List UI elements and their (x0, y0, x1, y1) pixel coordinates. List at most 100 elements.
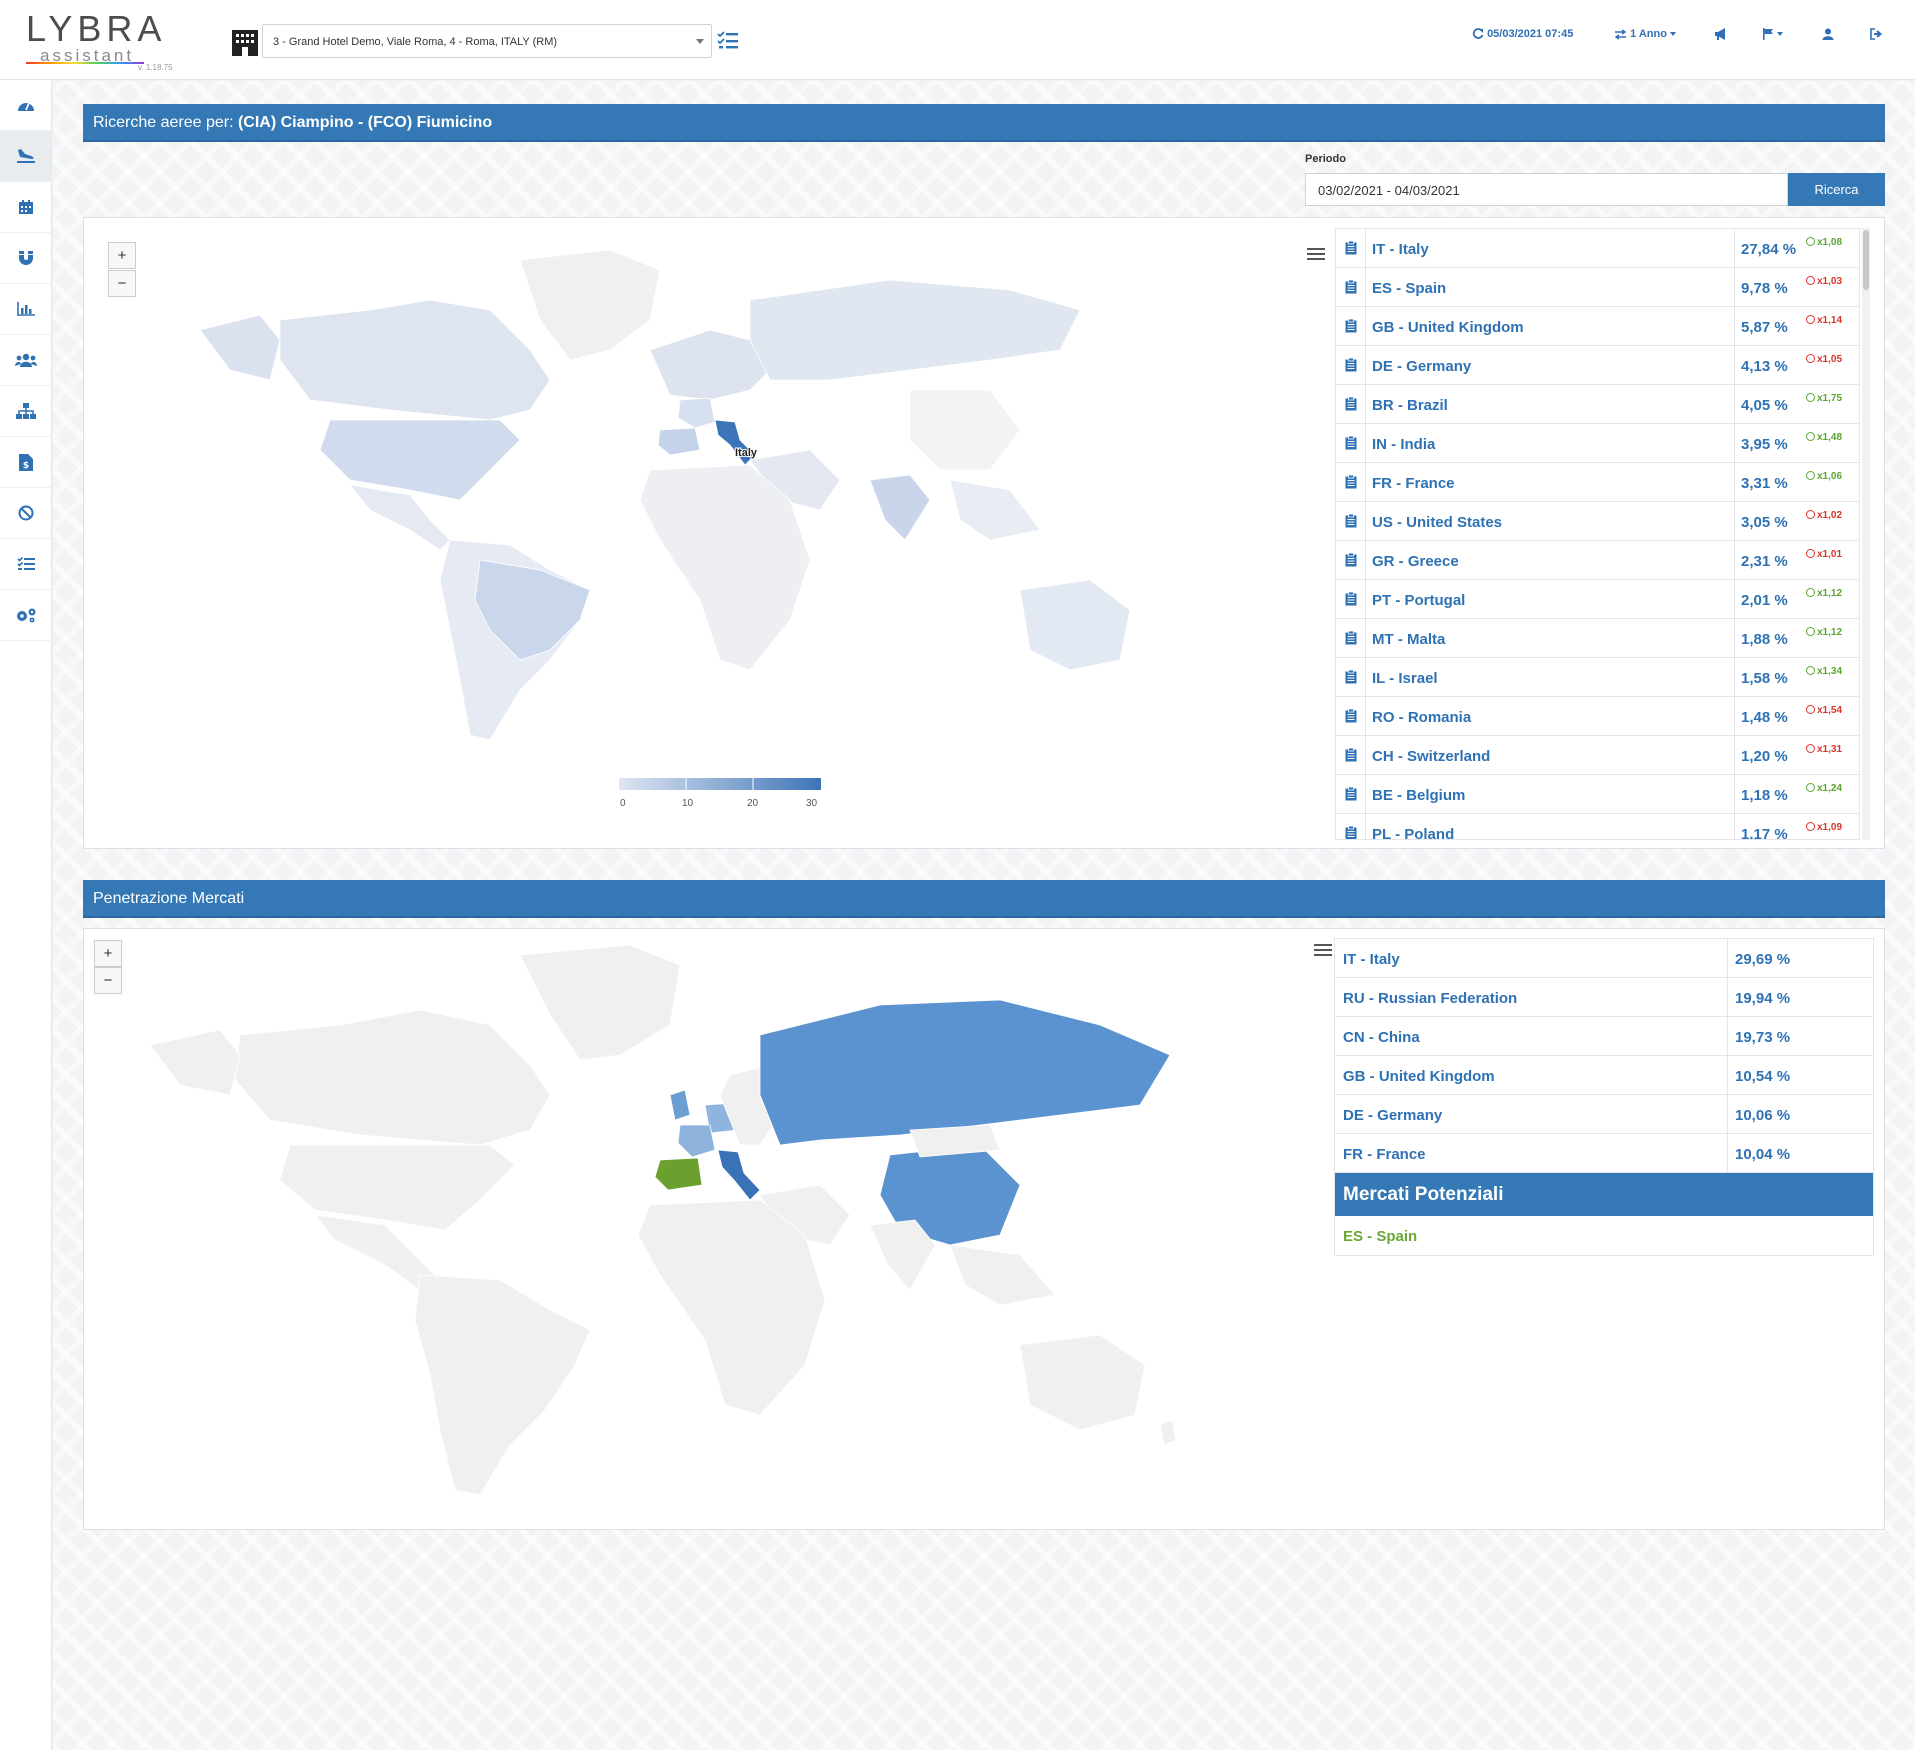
clipboard-icon[interactable] (1336, 541, 1366, 579)
country-row[interactable]: ES - Spain 9,78 % x1,03 (1336, 268, 1859, 307)
hotel-select[interactable]: 3 - Grand Hotel Demo, Viale Roma, 4 - Ro… (262, 24, 712, 58)
list-check-icon[interactable] (717, 31, 739, 51)
clipboard-icon[interactable] (1336, 307, 1366, 345)
country-row[interactable]: IN - India 3,95 % x1,48 (1336, 424, 1859, 463)
market-row[interactable]: CN - China 19,73 % (1335, 1017, 1873, 1056)
country-name[interactable]: US - United States (1372, 514, 1502, 531)
sidebar-item-settings[interactable] (0, 590, 52, 641)
country-name[interactable]: BE - Belgium (1372, 787, 1465, 804)
country-name[interactable]: PT - Portugal (1372, 592, 1465, 609)
country-name[interactable]: GB - United Kingdom (1372, 319, 1524, 336)
country-name[interactable]: IL - Israel (1372, 670, 1438, 687)
country-name[interactable]: PL - Poland (1372, 826, 1454, 839)
refresh-datetime[interactable]: 05/03/2021 07:45 (1472, 28, 1573, 40)
clipboard-icon[interactable] (1336, 463, 1366, 501)
country-row[interactable]: IT - Italy 27,84 % x1,08 (1336, 229, 1859, 268)
logout-button[interactable] (1870, 28, 1883, 40)
map2-zoom-in-button[interactable]: + (94, 940, 122, 967)
trend-up-circle-icon (1806, 588, 1815, 597)
country-row[interactable]: BR - Brazil 4,05 % x1,75 (1336, 385, 1859, 424)
lybra-logo[interactable]: LYBRA assistant v. 1.18.75 (26, 8, 186, 74)
country-row[interactable]: RO - Romania 1,48 % x1,54 (1336, 697, 1859, 736)
scrollbar-thumb[interactable] (1863, 230, 1869, 290)
clipboard-icon[interactable] (1336, 268, 1366, 306)
country-row[interactable]: IL - Israel 1,58 % x1,34 (1336, 658, 1859, 697)
country-name[interactable]: GR - Greece (1372, 553, 1459, 570)
market-name[interactable]: FR - France (1343, 1146, 1426, 1163)
market-name[interactable]: GB - United Kingdom (1343, 1068, 1495, 1085)
country-trend-value: x1,05 (1817, 354, 1843, 365)
country-name[interactable]: DE - Germany (1372, 358, 1471, 375)
user-button[interactable] (1822, 28, 1834, 41)
potential-market-name[interactable]: ES - Spain (1343, 1228, 1417, 1245)
country-row[interactable]: CH - Switzerland 1,20 % x1,31 (1336, 736, 1859, 775)
country-row[interactable]: GR - Greece 2,31 % x1,01 (1336, 541, 1859, 580)
sidebar-item-calendar[interactable] (0, 182, 52, 233)
sidebar-item-reports[interactable] (0, 284, 52, 335)
market-row[interactable]: RU - Russian Federation 19,94 % (1335, 978, 1873, 1017)
country-name[interactable]: RO - Romania (1372, 709, 1471, 726)
country-name[interactable]: IN - India (1372, 436, 1435, 453)
country-row[interactable]: GB - United Kingdom 5,87 % x1,14 (1336, 307, 1859, 346)
country-name[interactable]: MT - Malta (1372, 631, 1445, 648)
market-row[interactable]: GB - United Kingdom 10,54 % (1335, 1056, 1873, 1095)
market-row[interactable]: FR - France 10,04 % (1335, 1134, 1873, 1173)
sidebar-item-tasks[interactable] (0, 539, 52, 590)
country-trend-badge: x1,12 (1806, 588, 1842, 599)
clipboard-icon[interactable] (1336, 658, 1366, 696)
flag-menu[interactable] (1762, 28, 1784, 41)
hamburger-menu-icon[interactable] (1314, 944, 1332, 958)
market-name[interactable]: RU - Russian Federation (1343, 990, 1517, 1007)
period-input[interactable]: 03/02/2021 - 04/03/2021 (1305, 173, 1788, 206)
clipboard-icon[interactable] (1336, 385, 1366, 423)
clipboard-icon[interactable] (1336, 502, 1366, 540)
country-row[interactable]: DE - Germany 4,13 % x1,05 (1336, 346, 1859, 385)
country-row[interactable]: MT - Malta 1,88 % x1,12 (1336, 619, 1859, 658)
country-row[interactable]: BE - Belgium 1,18 % x1,24 (1336, 775, 1859, 814)
market-name[interactable]: DE - Germany (1343, 1107, 1442, 1124)
country-name[interactable]: FR - France (1372, 475, 1455, 492)
country-row[interactable]: US - United States 3,05 % x1,02 (1336, 502, 1859, 541)
clipboard-icon[interactable] (1336, 697, 1366, 735)
period-menu[interactable]: 1 Anno (1614, 28, 1676, 40)
country-name[interactable]: ES - Spain (1372, 280, 1446, 297)
market-name[interactable]: IT - Italy (1343, 951, 1400, 968)
country-name[interactable]: BR - Brazil (1372, 397, 1448, 414)
map-country-india (869, 474, 931, 541)
sidebar-item-invoices[interactable]: $ (0, 437, 52, 488)
country-row[interactable]: PT - Portugal 2,01 % x1,12 (1336, 580, 1859, 619)
map2-country-alaska (149, 1029, 241, 1096)
world-map-searches[interactable]: Italy (190, 240, 1270, 760)
clipboard-icon[interactable] (1336, 229, 1366, 267)
sidebar-item-blocked[interactable] (0, 488, 52, 539)
market-row[interactable]: IT - Italy 29,69 % (1335, 939, 1873, 978)
clipboard-icon[interactable] (1336, 580, 1366, 618)
country-searches-table[interactable]: IT - Italy 27,84 % x1,08 ES - Spain 9,78 % x1… (1335, 228, 1860, 840)
sidebar-item-structure[interactable] (0, 386, 52, 437)
table-scrollbar[interactable] (1862, 228, 1870, 840)
clipboard-icon[interactable] (1336, 619, 1366, 657)
map-zoom-in-button[interactable]: + (108, 242, 136, 269)
search-button[interactable]: Ricerca (1788, 173, 1885, 206)
clipboard-icon[interactable] (1336, 346, 1366, 384)
sidebar-item-dashboard[interactable] (0, 80, 52, 131)
sidebar-item-magnet[interactable] (0, 233, 52, 284)
country-row[interactable]: FR - France 3,31 % x1,06 (1336, 463, 1859, 502)
market-name[interactable]: CN - China (1343, 1029, 1420, 1046)
clipboard-icon[interactable] (1336, 775, 1366, 813)
country-name[interactable]: IT - Italy (1372, 241, 1429, 258)
hamburger-menu-icon[interactable] (1307, 248, 1325, 262)
market-row[interactable]: DE - Germany 10,06 % (1335, 1095, 1873, 1134)
country-row[interactable]: PL - Poland 1,17 % x1,09 (1336, 814, 1859, 839)
country-name[interactable]: CH - Switzerland (1372, 748, 1490, 765)
clipboard-icon[interactable] (1336, 736, 1366, 774)
potential-market-row[interactable]: ES - Spain (1335, 1216, 1873, 1255)
clipboard-icon[interactable] (1336, 424, 1366, 462)
map2-zoom-out-button[interactable]: − (94, 967, 122, 994)
map-zoom-out-button[interactable]: − (108, 270, 136, 297)
clipboard-icon[interactable] (1336, 814, 1366, 839)
sidebar-item-flights[interactable] (0, 131, 52, 182)
world-map-markets[interactable] (120, 945, 1300, 1505)
sidebar-item-users[interactable] (0, 335, 52, 386)
announcements-button[interactable] (1714, 28, 1728, 41)
